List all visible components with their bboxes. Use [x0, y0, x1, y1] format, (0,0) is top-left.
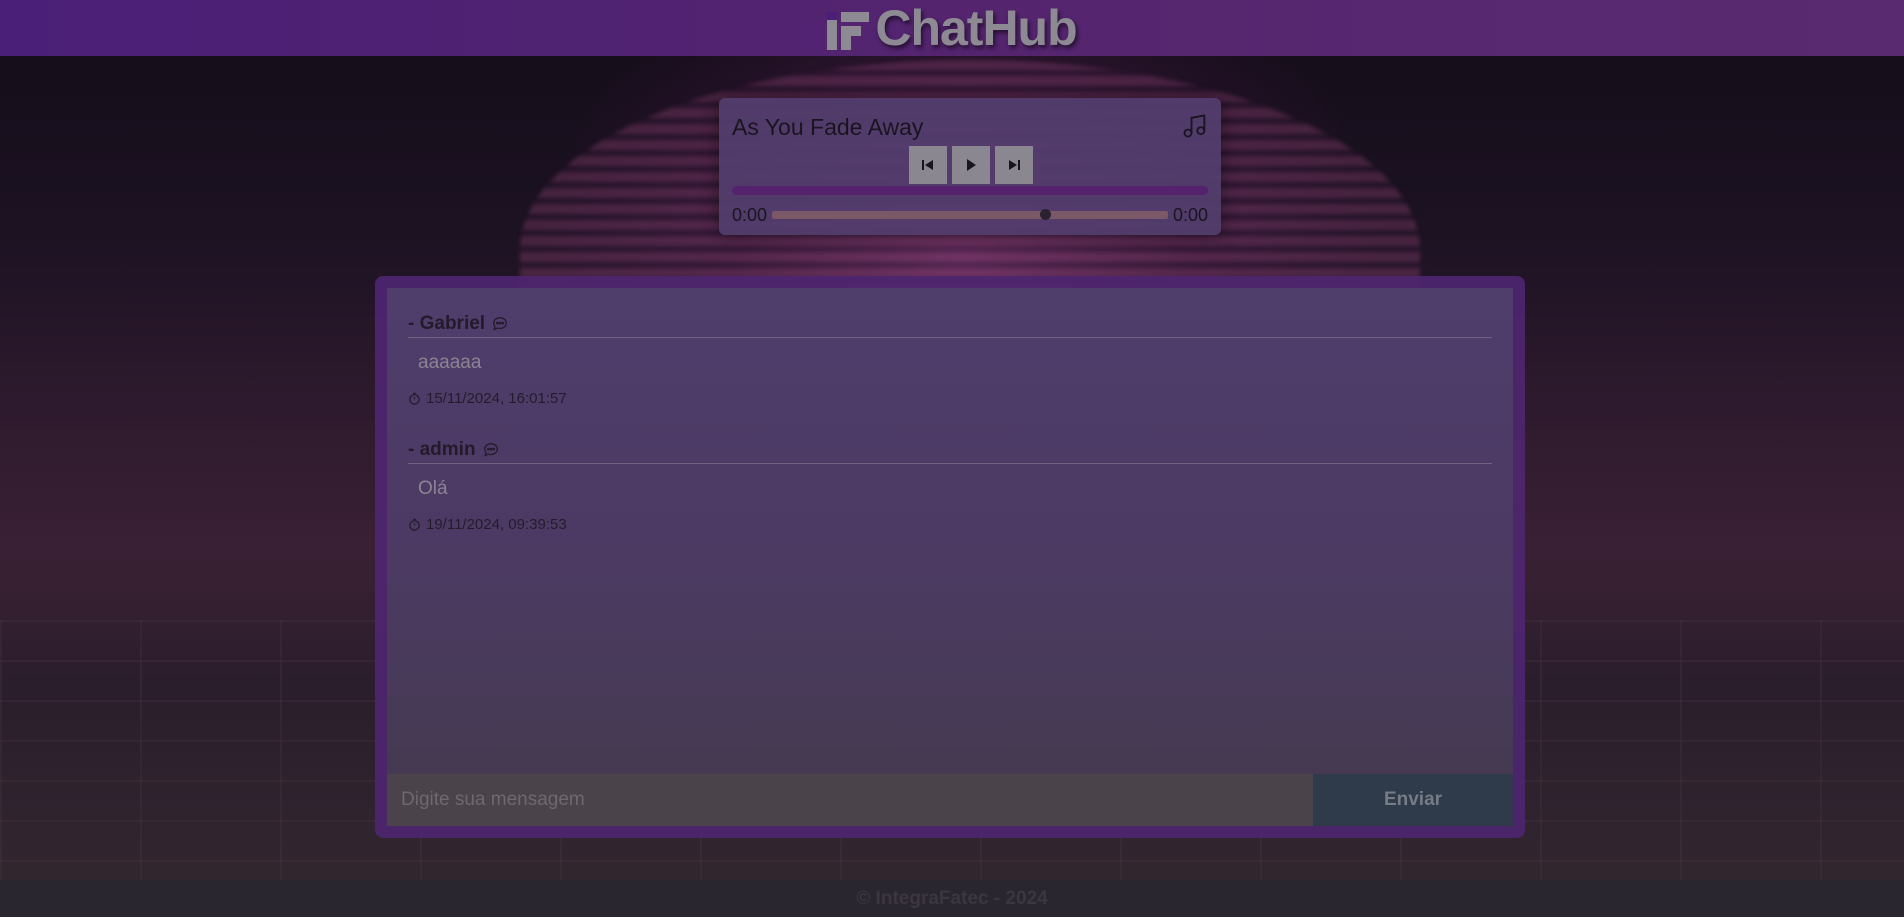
message-username: - admin [408, 438, 476, 460]
play-button[interactable] [952, 146, 990, 184]
chat-bubble-icon [483, 442, 498, 457]
seek-slider[interactable] [772, 209, 1168, 220]
message-item: - admin Olá 19/11/2024, 09:39:53 [408, 436, 1492, 534]
stopwatch-icon [409, 518, 420, 531]
message-text: Olá [418, 478, 448, 499]
stopwatch-icon [409, 392, 420, 405]
chat-bubble-icon [493, 316, 508, 331]
music-note-icon [1183, 114, 1206, 138]
time-row: 0:00 0:00 [732, 204, 1208, 226]
music-player: As You Fade Away 0:00 0:00 [719, 98, 1221, 235]
message-timestamp: 19/11/2024, 09:39:53 [408, 514, 1492, 534]
track-title: As You Fade Away [732, 114, 924, 140]
message-composer: Enviar [387, 774, 1513, 826]
message-list: - Gabriel aaaaaa 15/11/2024, 16:01:57 - … [408, 310, 1492, 534]
send-button[interactable]: Enviar [1313, 774, 1513, 826]
play-icon [967, 159, 976, 171]
message-timestamp-text: 15/11/2024, 16:01:57 [426, 389, 567, 407]
message-header: - admin [408, 436, 1492, 464]
message-input[interactable] [387, 774, 1313, 826]
message-header: - Gabriel [408, 310, 1492, 338]
brand-title: ChatHub [875, 0, 1077, 56]
chat-messages-area: - Gabriel aaaaaa 15/11/2024, 16:01:57 - … [387, 288, 1513, 826]
duration-time: 0:00 [1172, 204, 1208, 225]
message-timestamp-text: 19/11/2024, 09:39:53 [426, 515, 567, 533]
footer: © IntegraFatec - 2024 [0, 880, 1904, 917]
previous-track-button[interactable] [909, 146, 947, 184]
chat-panel: - Gabriel aaaaaa 15/11/2024, 16:01:57 - … [375, 276, 1525, 838]
integrafatec-logo-icon [827, 6, 871, 50]
message-username: - Gabriel [408, 312, 486, 334]
footer-copyright: © IntegraFatec - 2024 [856, 887, 1048, 909]
top-bar: ChatHub [0, 0, 1904, 56]
skip-previous-icon [922, 160, 933, 170]
player-controls [909, 146, 1033, 184]
current-time: 0:00 [732, 204, 768, 225]
skip-next-icon [1009, 160, 1020, 170]
seek-slider-thumb[interactable] [1040, 209, 1052, 220]
message-timestamp: 15/11/2024, 16:01:57 [408, 388, 1492, 408]
next-track-button[interactable] [995, 146, 1033, 184]
message-item: - Gabriel aaaaaa 15/11/2024, 16:01:57 [408, 310, 1492, 408]
brand[interactable]: ChatHub [827, 0, 1078, 57]
playback-progress-bar [732, 186, 1208, 195]
message-text: aaaaaa [418, 352, 482, 373]
